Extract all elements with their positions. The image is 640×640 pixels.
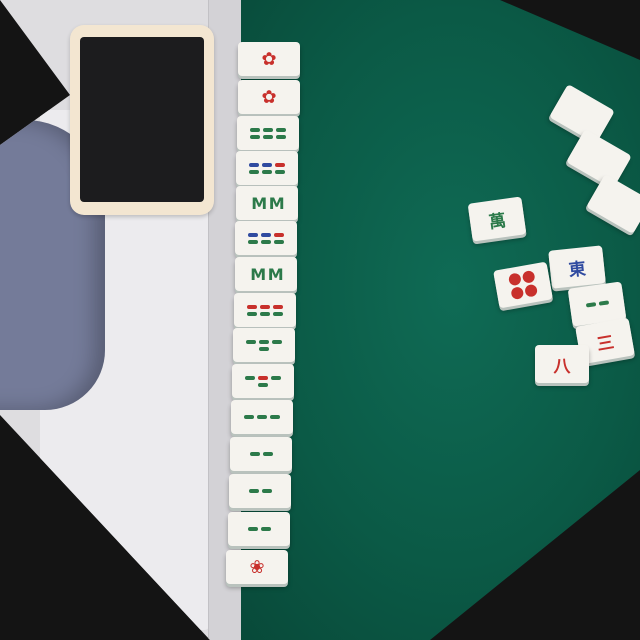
tile-character: 八 [553,356,571,377]
bamboo-icon [245,127,291,139]
bamboo-m-icon: M M [250,264,283,284]
bamboo-m-icon: M M [251,193,284,213]
flower-icon: ✿ [261,86,277,108]
tile-bamboo [236,151,298,185]
bamboo-icon [242,304,288,316]
flower-icon: ❀ [249,556,265,578]
tile-flower: ✿ [238,42,300,76]
tile-bamboo: M M [236,186,298,220]
tile-bamboo: M M [235,257,297,291]
tile-bamboo [235,221,297,255]
tile-bamboo [234,293,296,327]
tile-flower: ❀ [226,550,288,584]
tile-bamboo [237,116,299,150]
phone-screen [80,37,204,202]
bamboo-icon [239,415,285,419]
tile-bamboo [230,437,292,471]
bamboo-icon [241,339,287,351]
tile-bamboo [231,400,293,434]
loose-tile-east: 東 [548,245,606,289]
tile-character: 三 [595,332,616,355]
tile-bamboo [232,364,294,398]
bamboo-icon [574,299,620,309]
bamboo-icon [236,527,282,531]
bamboo-icon [244,162,290,174]
tile-bamboo [229,474,291,508]
smartphone [70,25,214,215]
tile-bamboo [228,512,290,546]
flower-icon: ✿ [261,48,277,70]
loose-tile-eight: 八 [535,345,589,383]
tile-character: 東 [567,258,587,281]
tile-bamboo [233,328,295,362]
photo-scene: ✿ ✿ M M M M ❀ 萬 東 三 八 [0,0,640,640]
bamboo-icon [243,232,289,244]
tile-character: 萬 [487,210,508,233]
loose-tile: 萬 [467,196,527,242]
circle-icon [507,269,539,301]
bamboo-icon [240,375,286,387]
tile-flower: ✿ [238,80,300,114]
bamboo-icon [238,452,284,456]
bamboo-icon [237,489,283,493]
